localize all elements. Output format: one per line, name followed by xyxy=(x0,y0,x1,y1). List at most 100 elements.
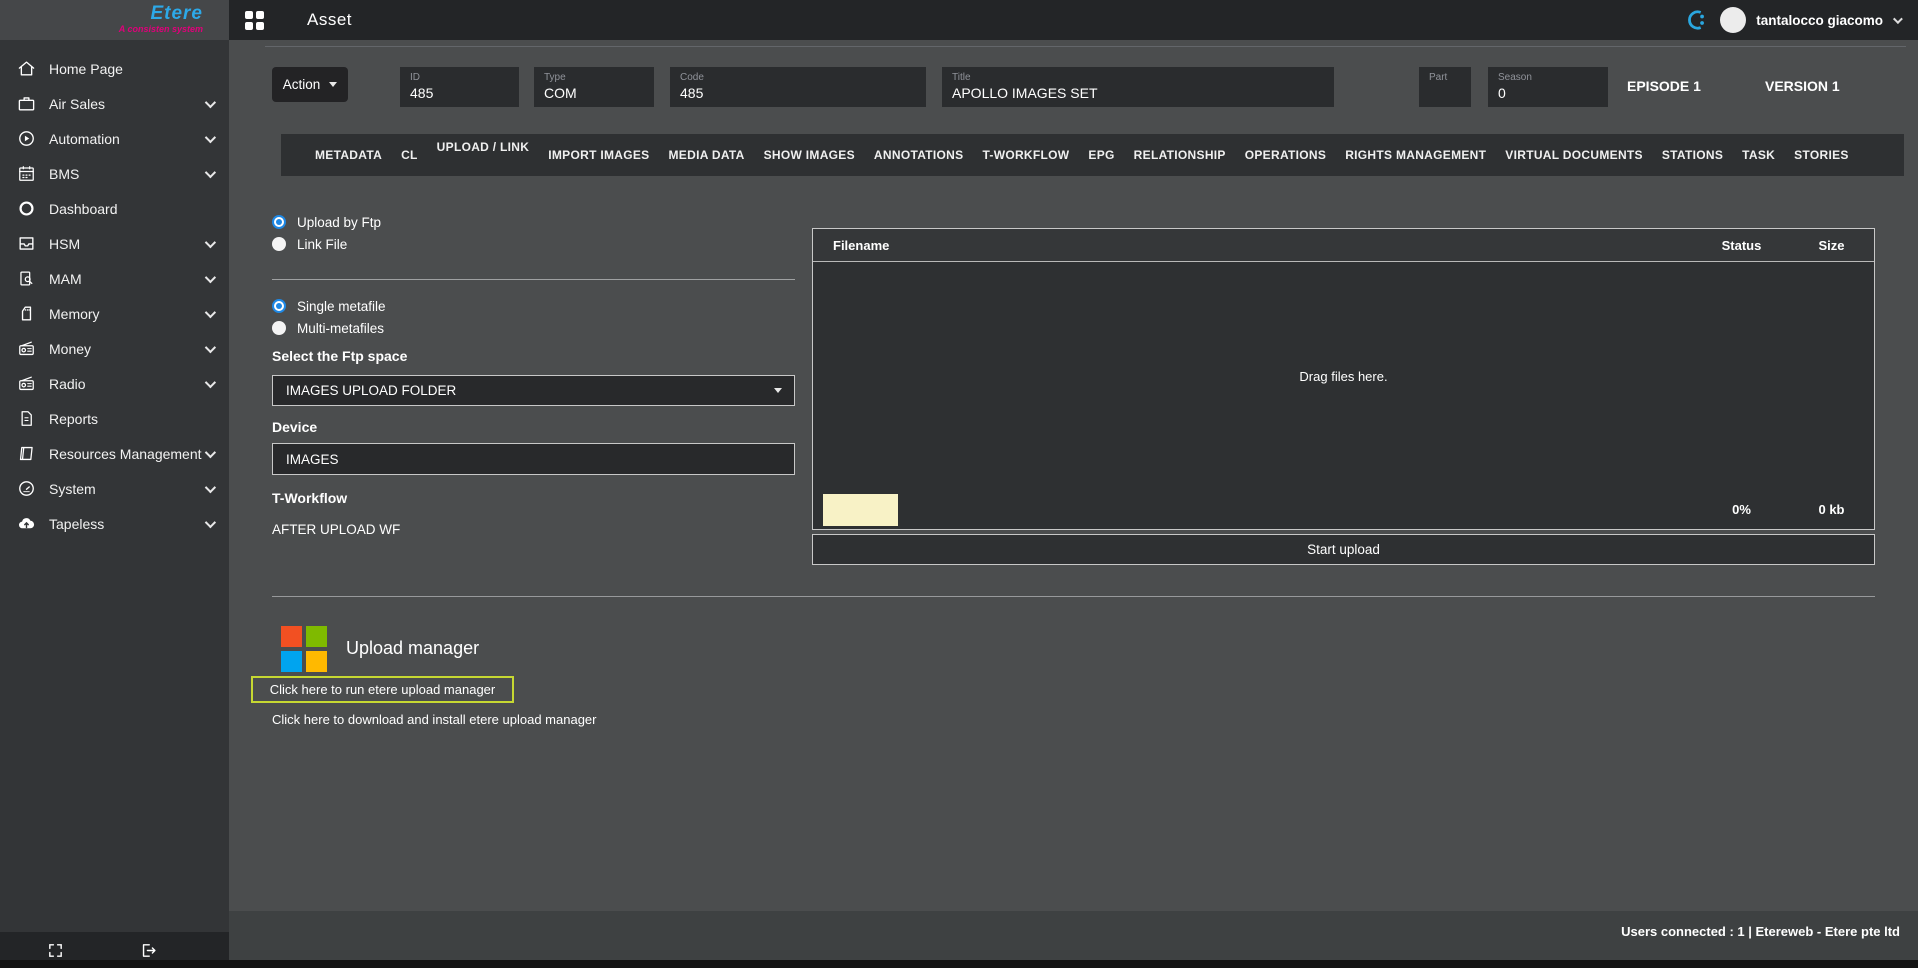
radio-unselected-icon xyxy=(272,237,286,251)
tab-show-images[interactable]: SHOW IMAGES xyxy=(764,148,855,162)
sidebar-item-memory[interactable]: Memory xyxy=(0,296,229,331)
sidebar-item-hsm[interactable]: HSM xyxy=(0,226,229,261)
windows-logo-icon xyxy=(281,626,327,672)
device-label: Device xyxy=(272,419,317,435)
circle-icon xyxy=(16,199,37,218)
sidebar-item-automation[interactable]: Automation xyxy=(0,121,229,156)
ftp-space-label: Select the Ftp space xyxy=(272,348,407,364)
bottom-edge xyxy=(0,960,1918,968)
tab-media-data[interactable]: MEDIA DATA xyxy=(669,148,745,162)
drop-zone[interactable]: Drag files here. xyxy=(813,262,1874,490)
tab-task[interactable]: TASK xyxy=(1742,148,1775,162)
tab-import-images[interactable]: IMPORT IMAGES xyxy=(548,148,649,162)
radio-single-metafile[interactable]: Single metafile xyxy=(272,298,386,314)
t-workflow-label: T-Workflow xyxy=(272,490,347,506)
caret-down-icon xyxy=(774,388,782,393)
progress-box xyxy=(823,494,898,526)
fullscreen-button[interactable] xyxy=(47,942,64,959)
chevron-down-icon xyxy=(1893,14,1903,24)
form-divider xyxy=(272,279,795,280)
document-search-icon xyxy=(16,269,37,288)
panel-divider xyxy=(265,46,1906,47)
avatar xyxy=(1720,7,1746,33)
chevron-down-icon xyxy=(205,376,216,387)
radio-icon xyxy=(16,339,37,358)
tab-relationship[interactable]: RELATIONSHIP xyxy=(1134,148,1226,162)
code-field[interactable]: Code 485 xyxy=(670,67,926,107)
radio-upload-by-ftp[interactable]: Upload by Ftp xyxy=(272,214,381,230)
chevron-down-icon xyxy=(205,166,216,177)
archive-icon xyxy=(16,234,37,253)
sidebar-item-home-page[interactable]: Home Page xyxy=(0,51,229,86)
radio-unselected-icon xyxy=(272,321,286,335)
drop-zone-hint: Drag files here. xyxy=(1299,369,1387,384)
install-upload-manager-link[interactable]: Click here to download and install etere… xyxy=(272,712,596,727)
tab-metadata[interactable]: METADATA xyxy=(315,148,382,162)
tab-stations[interactable]: STATIONS xyxy=(1662,148,1723,162)
tab-annotations[interactable]: ANNOTATIONS xyxy=(874,148,964,162)
radio-icon xyxy=(16,374,37,393)
book-icon xyxy=(16,444,37,463)
sidebar-item-dashboard[interactable]: Dashboard xyxy=(0,191,229,226)
tab-operations[interactable]: OPERATIONS xyxy=(1245,148,1326,162)
start-upload-button[interactable]: Start upload xyxy=(812,534,1875,565)
upload-manager-title: Upload manager xyxy=(346,638,479,659)
user-name: tantalocco giacomo xyxy=(1756,13,1883,28)
sidebar-item-radio[interactable]: Radio xyxy=(0,366,229,401)
chevron-down-icon xyxy=(205,516,216,527)
status-text: Users connected : 1 | Etereweb - Etere p… xyxy=(1621,924,1900,939)
brand-name: Etere xyxy=(0,4,203,24)
radio-link-file[interactable]: Link File xyxy=(272,236,347,252)
chevron-down-icon xyxy=(205,271,216,282)
tab-stories[interactable]: STORIES xyxy=(1794,148,1849,162)
logout-button[interactable] xyxy=(140,942,157,959)
sidebar-item-resources-management[interactable]: Resources Management xyxy=(0,436,229,471)
run-upload-manager-link[interactable]: Click here to run etere upload manager xyxy=(251,676,514,703)
radio-multi-metafiles[interactable]: Multi-metafiles xyxy=(272,320,384,336)
sidebar-item-reports[interactable]: Reports xyxy=(0,401,229,436)
caret-down-icon xyxy=(329,82,337,87)
id-field[interactable]: ID 485 xyxy=(400,67,519,107)
progress-size: 0 kb xyxy=(1789,502,1874,517)
sidebar-item-bms[interactable]: BMS xyxy=(0,156,229,191)
progress-percent: 0% xyxy=(1694,502,1789,517)
chevron-down-icon xyxy=(205,96,216,107)
sidebar-item-money[interactable]: Money xyxy=(0,331,229,366)
tab-virtual-documents[interactable]: VIRTUAL DOCUMENTS xyxy=(1505,148,1643,162)
user-menu[interactable]: tantalocco giacomo xyxy=(1682,6,1918,34)
calendar-icon xyxy=(16,164,37,183)
sidebar: Etere A consisten system Home Page Air S… xyxy=(0,0,229,968)
column-size: Size xyxy=(1789,238,1874,253)
upload-file-table: Filename Status Size Drag files here. 0%… xyxy=(812,228,1875,530)
tab-epg[interactable]: EPG xyxy=(1088,148,1114,162)
tab-rights-management[interactable]: RIGHTS MANAGEMENT xyxy=(1345,148,1486,162)
part-field[interactable]: Part xyxy=(1419,67,1471,107)
ftp-space-select[interactable]: IMAGES UPLOAD FOLDER xyxy=(272,375,795,406)
tab-upload-link[interactable]: UPLOAD / LINK xyxy=(437,140,530,154)
main-content: Action ID 485 Type COM Code 485 Title AP… xyxy=(229,40,1918,968)
season-field[interactable]: Season 0 xyxy=(1488,67,1608,107)
action-button[interactable]: Action xyxy=(272,67,348,102)
section-divider xyxy=(272,596,1875,597)
title-field[interactable]: Title APOLLO IMAGES SET xyxy=(942,67,1334,107)
sidebar-item-tapeless[interactable]: Tapeless xyxy=(0,506,229,541)
cloud-upload-icon xyxy=(16,514,37,533)
progress-row: 0% 0 kb xyxy=(813,490,1874,529)
file-text-icon xyxy=(16,409,37,428)
table-header: Filename Status Size xyxy=(813,229,1874,262)
t-workflow-value: AFTER UPLOAD WF xyxy=(272,522,400,537)
sidebar-item-air-sales[interactable]: Air Sales xyxy=(0,86,229,121)
version-label: VERSION 1 xyxy=(1765,78,1840,94)
app-grid-icon[interactable] xyxy=(245,11,264,30)
device-input[interactable] xyxy=(272,443,795,475)
tab-t-workflow[interactable]: T-WORKFLOW xyxy=(982,148,1069,162)
chevron-down-icon xyxy=(205,481,216,492)
type-field[interactable]: Type COM xyxy=(534,67,654,107)
tab-cl[interactable]: CL xyxy=(401,148,418,162)
etere-mark-icon xyxy=(1682,6,1710,34)
etere-logo: Etere A consisten system xyxy=(0,0,229,40)
gauge-icon xyxy=(16,479,37,498)
sidebar-menu: Home Page Air Sales Automation BMS Dashb… xyxy=(0,40,229,541)
sidebar-item-system[interactable]: System xyxy=(0,471,229,506)
sidebar-item-mam[interactable]: MAM xyxy=(0,261,229,296)
